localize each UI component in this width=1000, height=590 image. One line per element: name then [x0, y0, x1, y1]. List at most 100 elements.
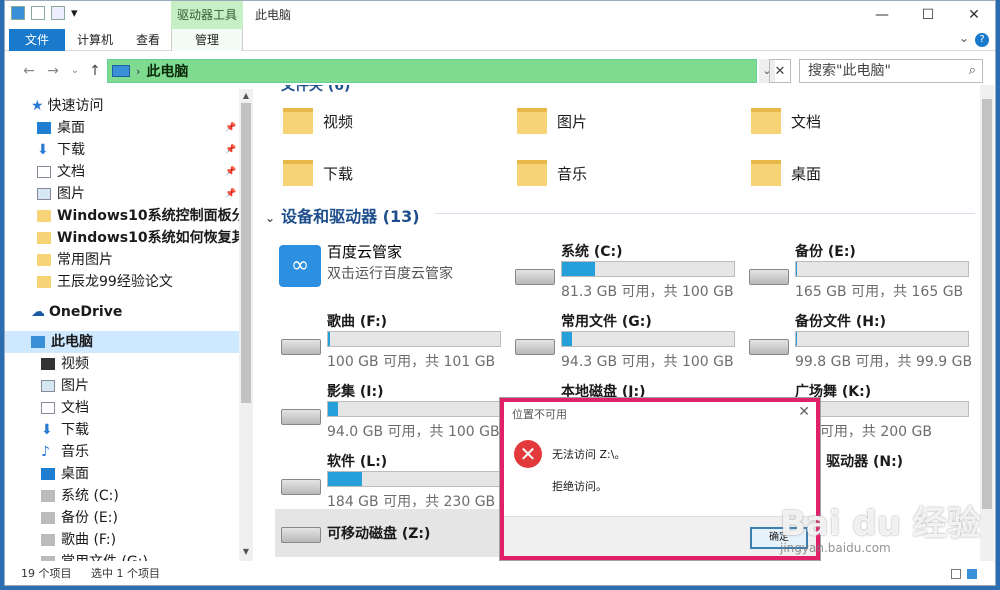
qat-dropdown-icon[interactable]: ▾ — [71, 6, 79, 21]
video-icon — [41, 358, 55, 370]
close-icon[interactable]: ✕ — [798, 404, 810, 420]
computer-icon — [31, 336, 45, 348]
devices-group-header[interactable]: ⌄ 设备和驱动器 (13) — [265, 203, 975, 227]
sidebar-item-label: 图片 — [61, 378, 89, 394]
tab-computer[interactable]: 计算机 — [67, 29, 123, 51]
scrollbar-thumb[interactable] — [982, 99, 992, 509]
up-button[interactable]: ↑ — [85, 59, 105, 83]
baidu-watermark: Bai du 经验 jingyan.baidu.com — [780, 496, 981, 555]
sidebar-item-onedrive[interactable]: ☁ OneDrive — [31, 301, 122, 323]
usage-bar — [327, 471, 501, 487]
sidebar-item-drive-f[interactable]: 歌曲 (F:) — [41, 529, 116, 551]
folder-downloads[interactable]: 下载 — [283, 151, 353, 195]
back-button[interactable]: ← — [19, 59, 39, 83]
folder-icon — [37, 254, 51, 266]
tiles-view-icon[interactable] — [967, 569, 977, 579]
new-folder-icon[interactable] — [51, 6, 65, 20]
selected-count: 选中 1 个项目 — [91, 567, 160, 580]
video-folder-icon — [283, 108, 313, 134]
sidebar-item-label: Windows10系统如何恢复其 — [57, 230, 246, 246]
usage-bar — [327, 331, 501, 347]
sidebar-item-downloads[interactable]: ⬇ 下载 — [37, 139, 85, 161]
baidu-cloud-item[interactable]: ∞ 百度云管家 双击运行百度云管家 — [275, 239, 505, 299]
sidebar-item-quick-access[interactable]: ★ 快速访问 — [31, 95, 104, 117]
minimize-button[interactable]: — — [859, 1, 905, 29]
scroll-up-icon[interactable]: ▲ — [239, 91, 253, 103]
folder-desktop[interactable]: 桌面 — [751, 151, 821, 195]
folders-group-header[interactable]: 文件夹 (6) — [281, 85, 350, 95]
sidebar-item-folder[interactable]: Windows10系统如何恢复其 — [37, 227, 246, 249]
drive-size: 100 GB 可用，共 101 GB — [327, 354, 496, 370]
drive-item[interactable]: 常用文件 (G:) 94.3 GB 可用，共 100 GB — [509, 309, 739, 370]
drive-item[interactable]: 备份 (E:) 165 GB 可用，共 165 GB — [743, 239, 973, 300]
group-title: 设备和驱动器 (13) — [281, 207, 420, 226]
drive-item[interactable]: 影集 (I:) 94.0 GB 可用，共 100 GB — [275, 379, 505, 440]
sidebar-item-pictures[interactable]: 图片 — [37, 183, 85, 205]
folder-pictures[interactable]: 图片 — [517, 99, 587, 143]
chevron-down-icon: ⌄ — [265, 211, 276, 225]
clear-address-button[interactable]: ✕ — [769, 59, 791, 83]
sidebar-item-drive-g[interactable]: 常用文件 (G:) — [41, 551, 148, 561]
computer-icon[interactable] — [11, 6, 25, 20]
drive-item[interactable]: 备份文件 (H:) 99.8 GB 可用，共 99.9 GB — [743, 309, 973, 370]
download-icon: ⬇ — [37, 142, 49, 158]
tab-manage[interactable]: 管理 — [171, 29, 243, 51]
navigation-scrollbar[interactable]: ▲ ▼ — [239, 89, 253, 561]
sidebar-item-folder[interactable]: 常用图片 — [37, 249, 113, 271]
scrollbar-thumb[interactable] — [241, 103, 251, 403]
sidebar-item-this-pc[interactable]: 此电脑 — [5, 331, 239, 353]
sidebar-item-desktop[interactable]: 桌面 — [37, 117, 85, 139]
download-icon: ⬇ — [41, 422, 53, 438]
desktop-icon — [41, 468, 55, 480]
address-bar[interactable]: › 此电脑 — [107, 59, 757, 83]
breadcrumb[interactable]: 此电脑 — [146, 61, 188, 81]
chevron-down-icon[interactable]: ⌄ — [959, 31, 969, 45]
sidebar-item-drive-e[interactable]: 备份 (E:) — [41, 507, 118, 529]
sidebar-item-folder[interactable]: 王辰龙99经验论文 — [37, 271, 173, 293]
properties-icon[interactable] — [31, 6, 45, 20]
sidebar-item-music[interactable]: ♪ 音乐 — [41, 441, 89, 463]
close-button[interactable]: ✕ — [951, 1, 997, 29]
sidebar-item-label: 此电脑 — [51, 334, 93, 350]
sidebar-item-folder[interactable]: Windows10系统控制面板分 — [37, 205, 246, 227]
drive-size: 81.3 GB 可用，共 100 GB — [561, 284, 734, 300]
maximize-button[interactable]: ☐ — [905, 1, 951, 29]
pin-icon[interactable]: 📌 — [225, 145, 236, 155]
sidebar-item-downloads[interactable]: ⬇ 下载 — [41, 419, 89, 441]
sidebar-item-documents[interactable]: 文档 — [41, 397, 89, 419]
drive-item[interactable]: 可移动磁盘 (Z:) — [275, 509, 515, 557]
drive-item[interactable]: 歌曲 (F:) 100 GB 可用，共 101 GB — [275, 309, 505, 370]
drive-icon — [749, 269, 789, 285]
search-input[interactable]: 搜索"此电脑" ⌕ — [799, 59, 983, 83]
details-view-icon[interactable] — [951, 569, 961, 579]
drive-icon — [41, 534, 55, 546]
sidebar-item-videos[interactable]: 视频 — [41, 353, 89, 375]
sidebar-item-label: 图片 — [57, 186, 85, 202]
sidebar-item-pictures[interactable]: 图片 — [41, 375, 89, 397]
recent-locations-button[interactable]: ⌄ — [65, 59, 85, 83]
drive-item[interactable]: 系统 (C:) 81.3 GB 可用，共 100 GB — [509, 239, 739, 300]
folder-videos[interactable]: 视频 — [283, 99, 353, 143]
scroll-down-icon[interactable]: ▼ — [239, 547, 253, 559]
pin-icon[interactable]: 📌 — [225, 167, 236, 177]
drive-item[interactable]: 软件 (L:) 184 GB 可用，共 230 GB — [275, 449, 505, 510]
sidebar-item-label: 系统 (C:) — [61, 488, 119, 504]
sidebar-item-label: OneDrive — [49, 304, 123, 320]
error-dialog: 位置不可用 ✕ ✕ 无法访问 Z:\。 拒绝访问。 确定 — [500, 398, 820, 560]
sidebar-item-desktop[interactable]: 桌面 — [41, 463, 89, 485]
star-icon: ★ — [31, 98, 44, 114]
folder-music[interactable]: 音乐 — [517, 151, 587, 195]
help-icon[interactable]: ? — [975, 33, 989, 47]
folder-documents[interactable]: 文档 — [751, 99, 821, 143]
dialog-message: 无法访问 Z:\。 — [552, 448, 626, 461]
navigation-pane: ★ 快速访问 桌面 📌 ⬇ 下载 📌 文档 📌 图片 📌 Windows10系统控制… — [5, 89, 253, 561]
pin-icon[interactable]: 📌 — [225, 189, 236, 199]
folder-label: 音乐 — [557, 164, 588, 183]
forward-button[interactable]: → — [43, 59, 63, 83]
tab-file[interactable]: 文件 — [9, 29, 65, 51]
sidebar-item-drive-c[interactable]: 系统 (C:) — [41, 485, 119, 507]
pin-icon[interactable]: 📌 — [225, 123, 236, 133]
content-scrollbar[interactable] — [980, 85, 994, 561]
tab-view[interactable]: 查看 — [125, 29, 171, 51]
sidebar-item-documents[interactable]: 文档 — [37, 161, 85, 183]
